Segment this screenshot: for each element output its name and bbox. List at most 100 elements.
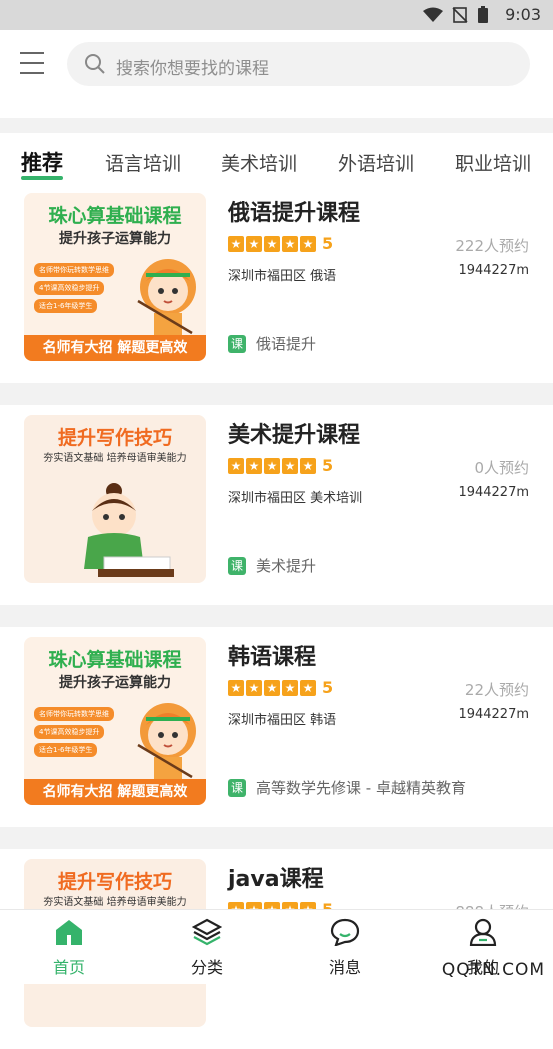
battery-icon [478, 6, 488, 23]
thumb-pills: 名师带你玩转数学思维 4节课高效稳步提升 适合1-6年级学生 [34, 707, 114, 761]
thumb-pills: 名师带你玩转数学思维 4节课高效稳步提升 适合1-6年级学生 [34, 263, 114, 317]
home-icon [56, 920, 82, 945]
category-tabs: 推荐 语言培训 美术培训 外语培训 职业培训 [0, 133, 553, 183]
status-bar: 9:03 [0, 0, 553, 30]
course-card[interactable]: 珠心算基础课程 提升孩子运算能力 名师带你玩转数学思维 4节课高效稳步提升 适合… [0, 183, 553, 383]
star-icon: ★ [300, 235, 316, 252]
thumb-subline: 提升孩子运算能力 [59, 231, 171, 247]
course-tag-label: 俄语提升 [256, 335, 317, 353]
star-icon: ★ [228, 235, 244, 252]
star-icon: ★ [228, 457, 244, 474]
chat-bubble-icon [330, 918, 360, 947]
top-header: 搜索你想要找的课程 [0, 30, 553, 118]
thumb-subline: 提升孩子运算能力 [59, 675, 171, 691]
course-tag: 课 高等数学先修课 - 卓越精英教育 [228, 777, 466, 798]
star-icon: ★ [246, 679, 262, 696]
star-icon: ★ [300, 457, 316, 474]
booking-count: 22人预约 [464, 681, 529, 699]
course-thumbnail: 提升写作技巧 夯实语文基础 培养母语审美能力 [24, 415, 206, 583]
star-icon: ★ [246, 235, 262, 252]
tab-recommend[interactable]: 推荐 [21, 147, 63, 180]
thumb-headline: 珠心算基础课程 [48, 205, 182, 227]
star-icon: ★ [264, 679, 280, 696]
course-thumbnail: 珠心算基础课程 提升孩子运算能力 名师带你玩转数学思维 4节课高效稳步提升 适合… [24, 193, 206, 361]
thumb-pill: 名师带你玩转数学思维 [34, 707, 114, 721]
search-icon [85, 54, 105, 74]
nav-category-label: 分类 [190, 958, 223, 977]
rating-value: 5 [322, 456, 334, 475]
course-title[interactable]: 俄语提升课程 [228, 195, 360, 227]
course-card[interactable]: 珠心算基础课程 提升孩子运算能力 名师带你玩转数学思维 4节课高效稳步提升 适合… [0, 627, 553, 827]
course-tag-label: 高等数学先修课 - 卓越精英教育 [256, 779, 466, 797]
thumb-pill: 4节课高效稳步提升 [34, 281, 105, 295]
course-card[interactable]: 提升写作技巧 夯实语文基础 培养母语审美能力 美术提升课程 ★ ★ ★ ★ ★ … [0, 405, 553, 605]
star-icon: ★ [282, 235, 298, 252]
nav-category[interactable]: 分类 [167, 918, 247, 978]
star-rating: ★ ★ ★ ★ ★ 5 [228, 234, 333, 253]
status-icons [423, 6, 489, 24]
nav-messages[interactable]: 消息 [305, 918, 385, 978]
layers-icon [191, 918, 223, 946]
search-bar[interactable]: 搜索你想要找的课程 [67, 42, 530, 86]
bottom-nav: 首页 分类 消息 我的 QQTN.COM [0, 909, 553, 984]
course-distance: 1944227m [458, 485, 529, 500]
course-tag: 课 美术提升 [228, 555, 316, 576]
booking-count: 0人预约 [474, 459, 529, 477]
thumb-subline: 夯实语文基础 培养母语审美能力 [43, 453, 187, 464]
tab-language[interactable]: 语言培训 [105, 149, 181, 176]
menu-icon [20, 52, 44, 54]
search-placeholder: 搜索你想要找的课程 [116, 59, 269, 79]
star-icon: ★ [246, 457, 262, 474]
nav-home[interactable]: 首页 [29, 918, 109, 978]
star-icon: ★ [282, 457, 298, 474]
tab-foreign-language[interactable]: 外语培训 [338, 149, 414, 176]
star-icon: ★ [282, 679, 298, 696]
girl-illustration [137, 259, 196, 335]
user-icon [469, 918, 497, 947]
menu-button[interactable] [20, 52, 46, 74]
course-badge-icon: 课 [228, 334, 246, 353]
course-location: 深圳市福田区 美术培训 [228, 491, 363, 506]
thumb-footer: 名师有大招 解题更高效 [24, 335, 206, 361]
course-distance: 1944227m [458, 263, 529, 278]
star-rating: ★ ★ ★ ★ ★ 5 [228, 678, 333, 697]
no-signal-icon [452, 7, 468, 23]
booking-count: 222人预约 [455, 237, 529, 255]
thumb-pill: 适合1-6年级学生 [34, 299, 98, 313]
thumb-subline: 夯实语文基础 培养母语审美能力 [43, 897, 187, 908]
star-icon: ★ [264, 235, 280, 252]
course-location: 深圳市福田区 俄语 [228, 269, 337, 284]
wifi-icon [423, 7, 443, 22]
star-icon: ★ [228, 679, 244, 696]
course-location: 深圳市福田区 韩语 [228, 713, 337, 728]
nav-messages-label: 消息 [328, 958, 361, 977]
rating-value: 5 [322, 234, 334, 253]
tab-art[interactable]: 美术培训 [221, 149, 297, 176]
thumb-headline: 提升写作技巧 [57, 427, 172, 449]
thumb-pill: 4节课高效稳步提升 [34, 725, 105, 739]
course-tag: 课 俄语提升 [228, 333, 316, 354]
course-badge-icon: 课 [228, 778, 246, 797]
status-time: 9:03 [505, 5, 541, 24]
course-title[interactable]: 美术提升课程 [228, 417, 360, 449]
nav-home-label: 首页 [52, 958, 85, 977]
thumb-headline: 提升写作技巧 [57, 871, 172, 893]
boy-writing-illustration [84, 483, 174, 577]
course-tag-label: 美术提升 [256, 557, 317, 575]
girl-illustration [137, 703, 196, 779]
course-thumbnail: 珠心算基础课程 提升孩子运算能力 名师带你玩转数学思维 4节课高效稳步提升 适合… [24, 637, 206, 805]
course-title[interactable]: 韩语课程 [228, 639, 316, 671]
watermark: QQTN.COM [441, 960, 545, 980]
tab-vocational[interactable]: 职业培训 [455, 149, 531, 176]
star-rating: ★ ★ ★ ★ ★ 5 [228, 456, 333, 475]
star-icon: ★ [264, 457, 280, 474]
course-title[interactable]: java课程 [228, 861, 324, 893]
thumb-pill: 适合1-6年级学生 [34, 743, 98, 757]
thumb-headline: 珠心算基础课程 [48, 649, 182, 671]
thumb-footer: 名师有大招 解题更高效 [24, 779, 206, 805]
course-badge-icon: 课 [228, 556, 246, 575]
course-distance: 1944227m [458, 707, 529, 722]
star-icon: ★ [300, 679, 316, 696]
rating-value: 5 [322, 678, 334, 697]
thumb-pill: 名师带你玩转数学思维 [34, 263, 114, 277]
